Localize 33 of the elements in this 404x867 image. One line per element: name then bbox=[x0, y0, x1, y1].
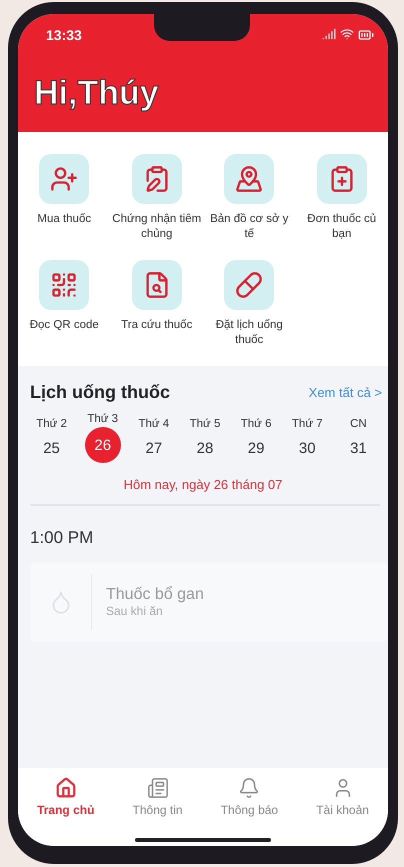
wifi-icon bbox=[340, 27, 354, 41]
calendar-day[interactable]: CN 31 bbox=[332, 418, 384, 463]
signal-icon bbox=[322, 27, 336, 41]
dose-time: 1:00 PM bbox=[29, 527, 94, 549]
map-pin-icon bbox=[235, 165, 264, 193]
qr-code-icon bbox=[50, 271, 78, 299]
calendar-day[interactable]: Thứ 6 29 bbox=[230, 418, 282, 463]
schedule-title: Lịch uống thuốc bbox=[30, 382, 170, 403]
medicine-name: Thuốc bổ gan bbox=[106, 586, 204, 604]
service-button[interactable]: Đơn thuốc củ bạn bbox=[296, 154, 388, 242]
bell-icon bbox=[238, 777, 260, 799]
nav-tab[interactable]: Tài khoản bbox=[310, 776, 375, 818]
service-button[interactable]: Bản đồ cơ sở y tế bbox=[203, 154, 296, 242]
medicine-note: Sau khi ăn bbox=[106, 604, 164, 618]
user-plus-icon bbox=[50, 165, 78, 193]
nav-tab[interactable]: Thông tin bbox=[126, 776, 189, 818]
calendar-day[interactable]: Thứ 2 25 bbox=[26, 418, 78, 463]
service-button[interactable]: Mua thuốc bbox=[18, 154, 110, 242]
service-button[interactable]: Đọc QR code bbox=[18, 260, 110, 348]
nav-tab[interactable]: Thông báo bbox=[214, 776, 284, 818]
calendar-day[interactable]: Thứ 4 27 bbox=[128, 418, 180, 463]
nav-tab[interactable]: Trang chủ bbox=[31, 776, 100, 818]
newspaper-icon bbox=[146, 777, 169, 799]
service-button[interactable]: Tra cứu thuốc bbox=[110, 260, 203, 348]
greeting-title: Hi,Thúy bbox=[34, 74, 160, 113]
home-icon bbox=[54, 777, 77, 799]
status-time: 13:33 bbox=[45, 27, 82, 43]
pill-icon bbox=[235, 271, 264, 299]
service-button[interactable]: Chứng nhận tiêm chủng bbox=[110, 154, 203, 242]
service-button[interactable]: Đặt lịch uống thuốc bbox=[203, 260, 296, 348]
today-date: Hôm nay, ngày 26 tháng 07 bbox=[122, 477, 284, 492]
calendar-day[interactable]: Thứ 5 28 bbox=[179, 418, 231, 463]
calendar-day[interactable]: Thứ 7 30 bbox=[282, 418, 333, 463]
